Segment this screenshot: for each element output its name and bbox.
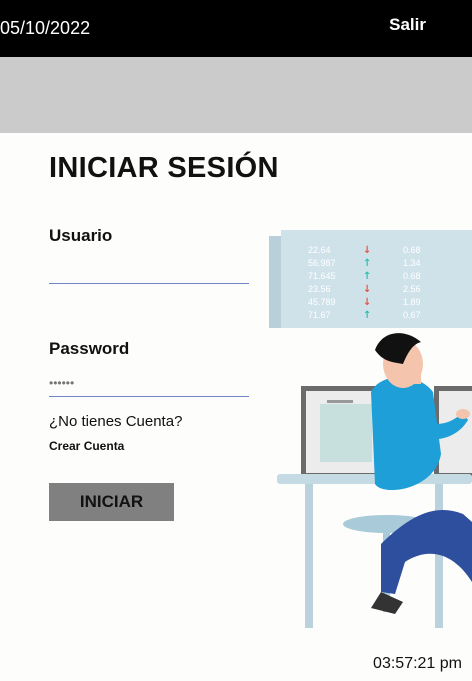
page-title: INICIAR SESIÓN bbox=[49, 152, 279, 184]
screen-change: 0.68 bbox=[403, 271, 421, 281]
screen-value: 22.64 bbox=[308, 245, 331, 255]
username-label: Usuario bbox=[49, 226, 113, 245]
arrow-down-icon: ↓ bbox=[363, 245, 371, 256]
password-input[interactable] bbox=[49, 370, 249, 397]
screen-value: 71.645 bbox=[308, 271, 336, 281]
screen-value: 56.987 bbox=[308, 258, 336, 268]
logout-link[interactable]: Salir bbox=[389, 15, 426, 35]
screen-change: 0.68 bbox=[403, 245, 421, 255]
arrow-up-icon: ↑ bbox=[363, 258, 371, 269]
screen-change: 1.89 bbox=[403, 297, 421, 307]
create-account-link[interactable]: Crear Cuenta bbox=[49, 439, 124, 453]
arrow-down-icon: ↓ bbox=[363, 297, 371, 308]
screen-change: 0.67 bbox=[403, 310, 421, 320]
arrow-up-icon: ↑ bbox=[363, 310, 371, 321]
password-label: Password bbox=[49, 339, 130, 358]
screen-value: 45.789 bbox=[308, 297, 336, 307]
top-bar: 05/10/2022 Salir bbox=[0, 0, 472, 57]
arrow-up-icon: ↑ bbox=[363, 271, 371, 282]
username-input[interactable] bbox=[49, 257, 249, 284]
clock-time: 03:57:21 pm bbox=[373, 655, 462, 672]
stock-screen: 22.64 ↓ 0.68 56.987 ↑ 1.34 71.645 ↑ 0.68 23.56 ↓ 2.… bbox=[269, 230, 472, 328]
screen-value: 71.67 bbox=[308, 310, 331, 320]
screen-change: 2.56 bbox=[403, 284, 421, 294]
screen-value: 23.56 bbox=[308, 284, 331, 294]
current-date: 05/10/2022 bbox=[0, 18, 91, 38]
screen-change: 1.34 bbox=[403, 258, 421, 268]
login-button[interactable]: INICIAR bbox=[49, 483, 174, 521]
office-worker-illustration: 22.64 ↓ 0.68 56.987 ↑ 1.34 71.645 ↑ 0.68 23.56 ↓ 2.… bbox=[269, 230, 472, 628]
arrow-down-icon: ↓ bbox=[363, 284, 371, 295]
no-account-text: ¿No tienes Cuenta? bbox=[49, 413, 183, 430]
banner-bar bbox=[0, 57, 472, 133]
